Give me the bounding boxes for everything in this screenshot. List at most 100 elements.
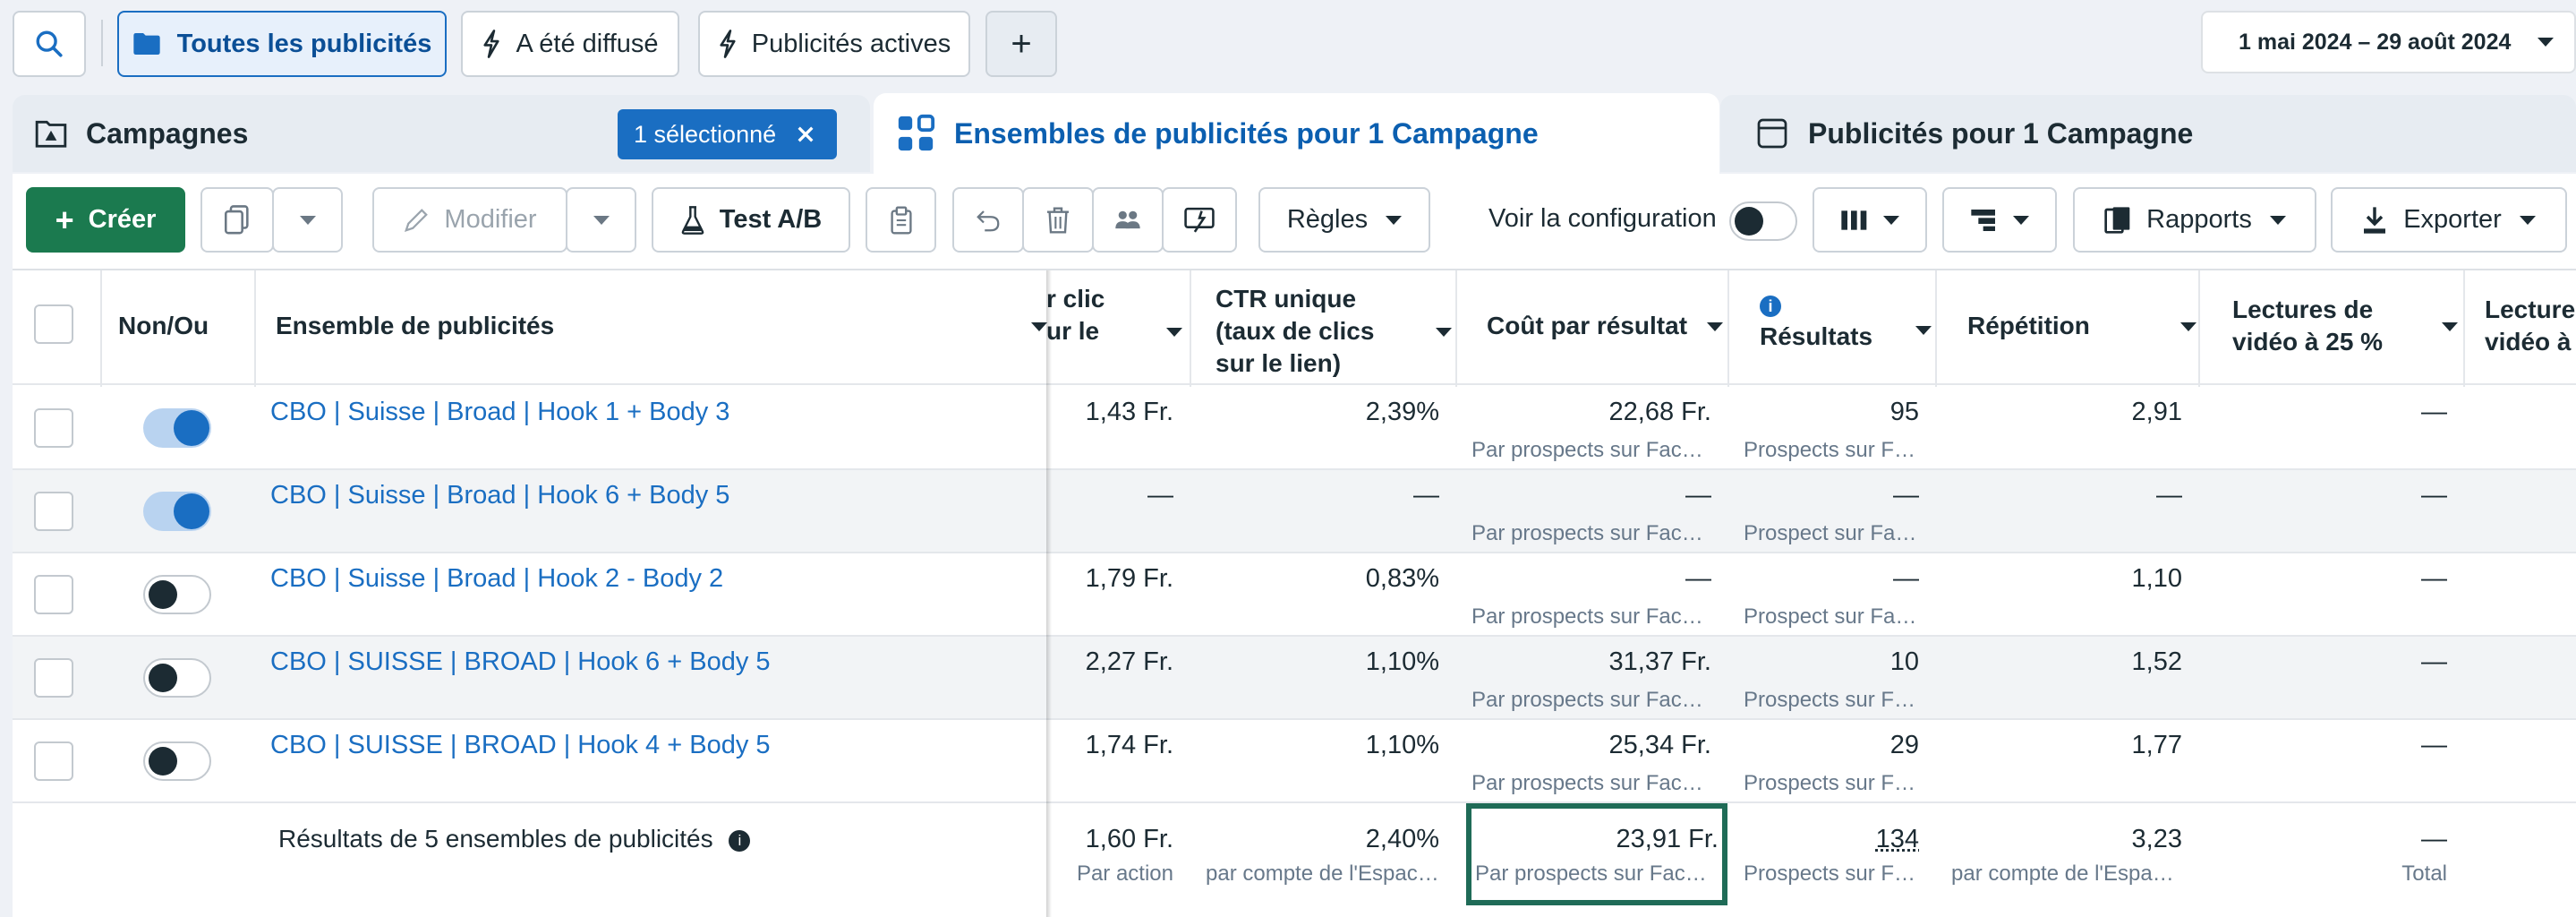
row-toggle[interactable] xyxy=(143,741,211,781)
summary-cost-highlight[interactable]: 23,91 Fr. Par prospects sur Facebook xyxy=(1466,803,1727,905)
results-value: — xyxy=(1893,481,1919,510)
header-onoff[interactable]: Non/Ou xyxy=(118,310,218,342)
duplicate-dropdown[interactable] xyxy=(272,187,343,253)
tab-adsets-label: Ensembles de publicités pour 1 Campagne xyxy=(954,117,1539,150)
search-button[interactable] xyxy=(13,11,86,77)
clipboard-button[interactable] xyxy=(866,187,936,253)
results-value: — xyxy=(1893,564,1919,593)
filter-all-ads[interactable]: Toutes les publicités xyxy=(117,11,447,77)
view-config-toggle[interactable] xyxy=(1729,201,1797,241)
toggle-knob xyxy=(1735,207,1763,236)
header-views50-line1: Lecture xyxy=(2485,294,2576,326)
campaign-icon xyxy=(34,117,68,150)
edit-dropdown[interactable] xyxy=(566,187,636,253)
row-toggle[interactable] xyxy=(143,658,211,698)
adset-name-link[interactable]: CBO | SUISSE | BROAD | Hook 4 + Body 5 xyxy=(270,731,771,760)
table-row[interactable]: CBO | Suisse | Broad | Hook 6 + Body 5 —… xyxy=(13,470,2576,553)
chevron-down-icon[interactable] xyxy=(1166,328,1182,337)
delete-button[interactable] xyxy=(1022,187,1094,253)
filter-active-ads[interactable]: Publicités actives xyxy=(698,11,970,77)
row-checkbox[interactable] xyxy=(34,492,73,531)
reports-button[interactable]: Rapports xyxy=(2073,187,2316,253)
add-filter-button[interactable]: + xyxy=(985,11,1057,77)
header-cost[interactable]: Coût par résultat xyxy=(1471,310,1739,342)
cpc-cell: 2,27 Fr. xyxy=(1046,647,1190,677)
preview-button[interactable] xyxy=(1162,187,1237,253)
create-button[interactable]: + Créer xyxy=(26,187,185,253)
table-row[interactable]: CBO | SUISSE | BROAD | Hook 4 + Body 5 1… xyxy=(13,720,2576,803)
adset-name-link[interactable]: CBO | Suisse | Broad | Hook 2 - Body 2 xyxy=(270,564,723,594)
header-adset-name-label: Ensemble de publicités xyxy=(276,312,554,339)
adset-name-link[interactable]: CBO | Suisse | Broad | Hook 6 + Body 5 xyxy=(270,481,729,510)
ctr-cell: 1,10% xyxy=(1190,731,1455,760)
cost-cell: 31,37 Fr. Par prospects sur Facebook xyxy=(1455,647,1727,713)
results-cell: 10 Prospects sur Facebook xyxy=(1727,647,1935,713)
summary-label-text: Résultats de 5 ensembles de publicités xyxy=(278,825,713,853)
repetition-cell: 1,10 xyxy=(1935,564,2198,594)
pencil-icon xyxy=(403,207,430,234)
selected-badge[interactable]: 1 sélectionné xyxy=(618,109,837,159)
breakdown-button[interactable] xyxy=(1942,187,2057,253)
table-row[interactable]: CBO | Suisse | Broad | Hook 2 - Body 2 1… xyxy=(13,553,2576,637)
cost-cell: — Par prospects sur Facebook xyxy=(1455,564,1727,630)
tab-adsets[interactable]: Ensembles de publicités pour 1 Campagne xyxy=(874,93,1719,174)
adset-name-link[interactable]: CBO | Suisse | Broad | Hook 1 + Body 3 xyxy=(270,398,729,427)
rules-label: Règles xyxy=(1287,205,1368,235)
chevron-down-icon xyxy=(300,216,316,225)
info-icon[interactable]: i xyxy=(729,830,750,852)
cost-sub: Par prospects sur Facebook xyxy=(1455,521,1711,546)
undo-button[interactable] xyxy=(952,187,1024,253)
row-checkbox[interactable] xyxy=(34,408,73,448)
adset-name-link[interactable]: CBO | SUISSE | BROAD | Hook 6 + Body 5 xyxy=(270,647,771,677)
cost-value: — xyxy=(1685,564,1711,593)
header-ctr[interactable]: CTR unique (taux de clics sur le lien) xyxy=(1208,283,1468,380)
duplicate-button[interactable] xyxy=(200,187,274,253)
chevron-down-icon[interactable] xyxy=(2442,322,2458,331)
columns-button[interactable] xyxy=(1813,187,1927,253)
date-range-picker[interactable]: 1 mai 2024 – 29 août 2024 xyxy=(2201,11,2576,73)
chevron-down-icon[interactable] xyxy=(1915,326,1932,335)
filter-active-ads-label: Publicités actives xyxy=(752,30,951,59)
chevron-down-icon[interactable] xyxy=(2180,322,2196,331)
export-button[interactable]: Exporter xyxy=(2331,187,2567,253)
header-repetition[interactable]: Répétition xyxy=(1949,310,2213,342)
chevron-down-icon[interactable] xyxy=(1031,322,1047,331)
summary-cpc-value: 1,60 Fr. xyxy=(1086,825,1173,853)
row-checkbox[interactable] xyxy=(34,575,73,614)
cost-value: 31,37 Fr. xyxy=(1609,647,1711,676)
chevron-down-icon[interactable] xyxy=(1707,322,1723,331)
summary-views25-sub: Total xyxy=(2198,861,2447,887)
filter-was-delivered[interactable]: A été diffusé xyxy=(461,11,679,77)
table-row[interactable]: CBO | Suisse | Broad | Hook 1 + Body 3 1… xyxy=(13,387,2576,470)
rules-button[interactable]: Règles xyxy=(1258,187,1430,253)
filter-was-delivered-label: A été diffusé xyxy=(516,30,658,59)
close-icon[interactable] xyxy=(796,124,815,144)
chevron-down-icon[interactable] xyxy=(1436,328,1452,337)
search-icon xyxy=(34,29,64,59)
edit-button[interactable]: Modifier xyxy=(372,187,567,253)
results-cell: 95 Prospects sur Facebook xyxy=(1727,398,1935,463)
ab-test-label: Test A/B xyxy=(720,205,822,235)
results-sub: Prospects sur Facebook xyxy=(1727,438,1919,463)
row-checkbox[interactable] xyxy=(34,658,73,698)
header-views50[interactable]: Lecture vidéo à 5 xyxy=(2476,294,2576,358)
cost-value: — xyxy=(1685,481,1711,510)
views25-cell: — xyxy=(2198,647,2463,677)
row-checkbox[interactable] xyxy=(34,741,73,781)
header-adset-name[interactable]: Ensemble de publicités xyxy=(276,310,1063,342)
audience-button[interactable] xyxy=(1092,187,1164,253)
header-results[interactable]: i Résultats xyxy=(1742,296,1948,353)
header-views25[interactable]: Lectures de vidéo à 25 % xyxy=(2214,294,2474,358)
create-button-label: Créer xyxy=(89,205,157,235)
summary-results-sub: Prospects sur Facebook xyxy=(1727,861,1919,887)
row-toggle[interactable] xyxy=(143,408,211,448)
row-toggle[interactable] xyxy=(143,575,211,614)
tab-ads[interactable]: Publicités pour 1 Campagne xyxy=(1720,95,2576,172)
ab-test-button[interactable]: Test A/B xyxy=(652,187,850,253)
summary-cpc-sub: Par action xyxy=(1046,861,1173,887)
select-all-checkbox[interactable] xyxy=(34,304,73,344)
table-row[interactable]: CBO | SUISSE | BROAD | Hook 6 + Body 5 2… xyxy=(13,637,2576,720)
results-sub: Prospects sur Facebook xyxy=(1727,771,1919,796)
header-cpc[interactable]: r clic ur le xyxy=(1046,283,1198,347)
row-toggle[interactable] xyxy=(143,492,211,531)
